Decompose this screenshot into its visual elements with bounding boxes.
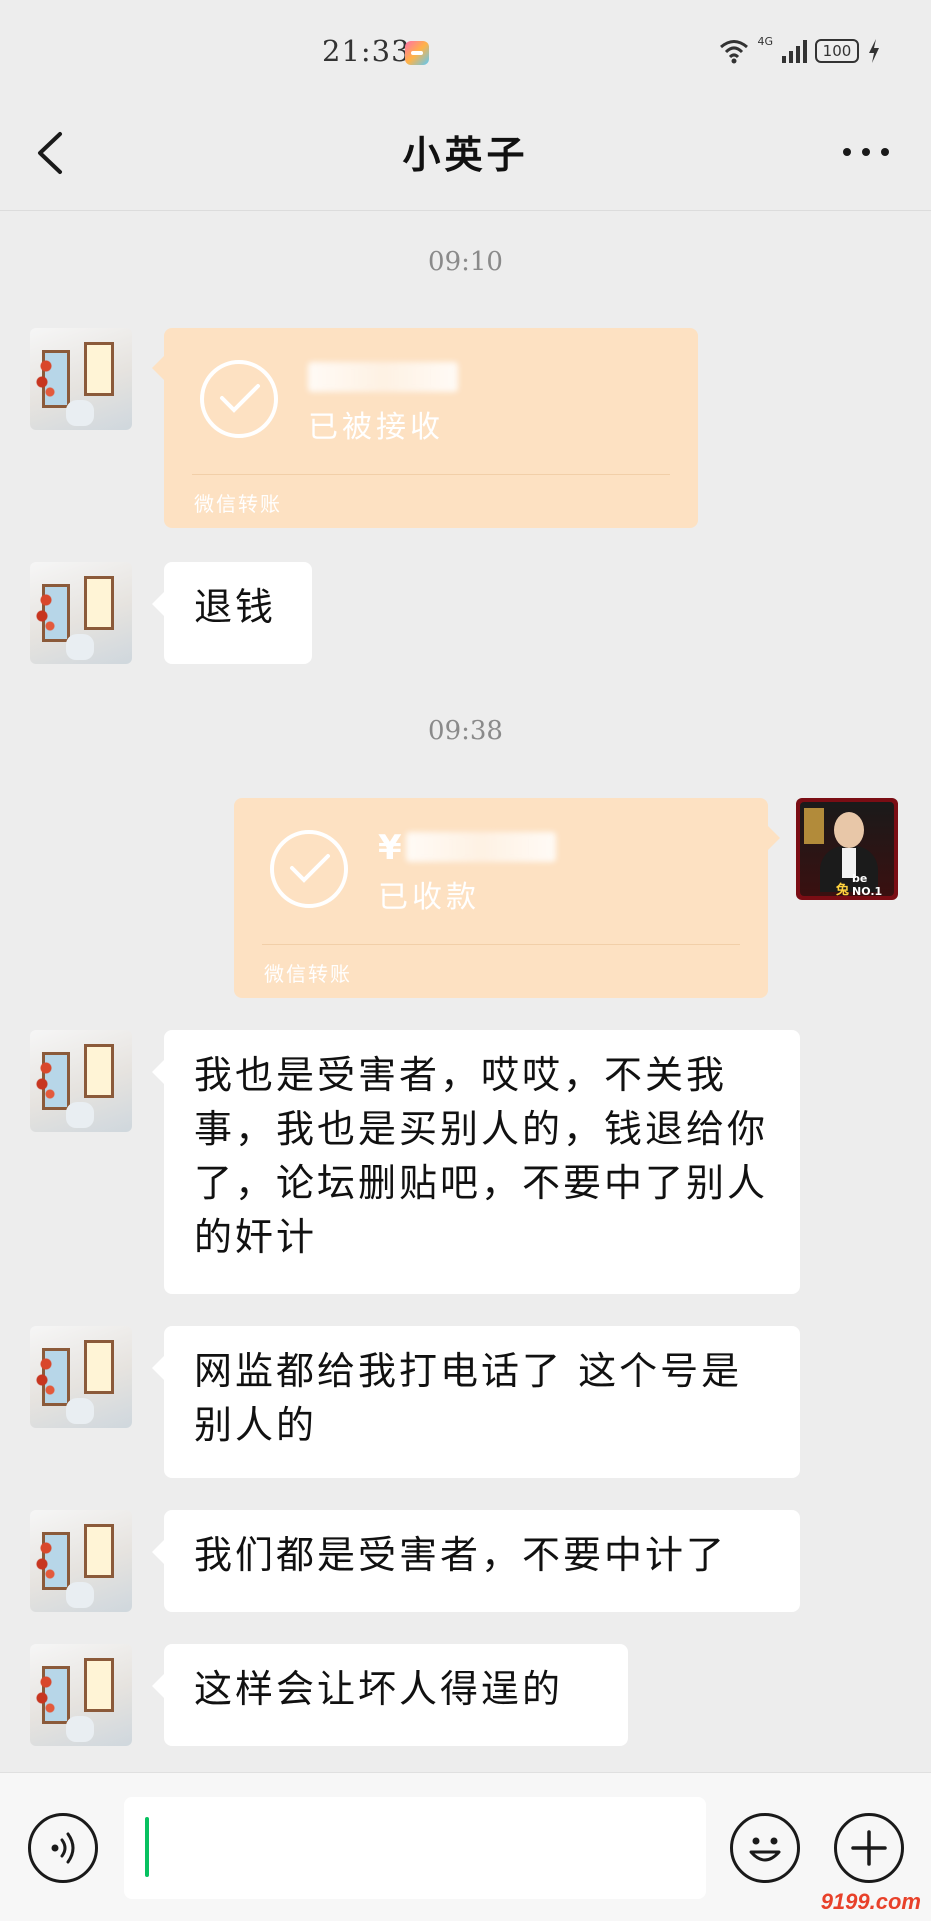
- contact-avatar[interactable]: [30, 1326, 132, 1428]
- voice-icon: [51, 1832, 75, 1864]
- transfer-status: 已被接收: [308, 410, 444, 445]
- voice-button[interactable]: [28, 1813, 98, 1883]
- amount-blurred: [308, 362, 458, 392]
- contact-avatar[interactable]: [30, 1030, 132, 1132]
- check-circle-icon: [270, 830, 348, 908]
- avatar-badge-char: 兔: [836, 883, 850, 898]
- watermark-text: 9199: [820, 1889, 870, 1914]
- watermark-logo: 9199.com: [821, 1889, 921, 1915]
- transfer-status: 已收款: [378, 880, 480, 915]
- message-input[interactable]: [124, 1797, 706, 1899]
- message-bubble[interactable]: 退钱: [152, 562, 312, 664]
- transfer-label: 微信转账: [194, 492, 282, 516]
- plus-icon: [851, 1830, 887, 1866]
- message-bubble[interactable]: 网监都给我打电话了 这个号是别人的: [152, 1326, 800, 1478]
- message-bubble[interactable]: 我们都是受害者，不要中计了: [152, 1510, 800, 1612]
- wifi-icon: [720, 40, 749, 64]
- charging-icon: [869, 39, 879, 63]
- contact-avatar[interactable]: [30, 1510, 132, 1612]
- more-button[interactable]: [841, 140, 891, 164]
- app-notification-icon: [405, 41, 429, 65]
- status-indicators: 4G 100: [719, 34, 881, 64]
- amount-blurred: [406, 832, 556, 862]
- divider: [192, 474, 670, 475]
- timestamp: 09:10: [428, 247, 503, 277]
- battery-icon: 100: [815, 39, 859, 63]
- status-bar: 21:33 4G 100: [0, 0, 931, 100]
- status-time: 21:33: [322, 34, 411, 68]
- transfer-card-collected[interactable]: ¥ 已收款 微信转账: [234, 798, 780, 998]
- amount-prefix: ¥: [378, 828, 402, 868]
- signal-icon: [782, 40, 807, 63]
- contact-avatar[interactable]: [30, 328, 132, 430]
- watermark-suffix: .com: [869, 1889, 921, 1914]
- divider: [262, 944, 740, 945]
- message-bubble[interactable]: 我也是受害者，哎哎，不关我事，我也是买别人的，钱退给你了，论坛删贴吧，不要中了别…: [152, 1030, 800, 1294]
- emoji-icon: [749, 1837, 781, 1862]
- text-cursor: [145, 1817, 149, 1877]
- avatar-badge: be NO.1: [852, 872, 883, 898]
- my-avatar[interactable]: 兔 be NO.1: [796, 798, 898, 900]
- transfer-label: 微信转账: [264, 962, 352, 986]
- check-circle-icon: [200, 360, 278, 438]
- plus-button[interactable]: [834, 1813, 904, 1883]
- chat-title: 小英子: [402, 132, 529, 177]
- more-dots-icon: [843, 148, 889, 156]
- input-bar: 9199.com: [0, 1772, 931, 1921]
- contact-avatar[interactable]: [30, 1644, 132, 1746]
- message-bubble[interactable]: 这样会让坏人得逞的: [152, 1644, 628, 1746]
- chat-header: 小英子: [0, 100, 931, 211]
- emoji-button[interactable]: [730, 1813, 800, 1883]
- timestamp: 09:38: [428, 716, 503, 746]
- transfer-card-received[interactable]: 已被接收 微信转账: [152, 328, 698, 528]
- network-type: 4G: [757, 34, 773, 48]
- contact-avatar[interactable]: [30, 562, 132, 664]
